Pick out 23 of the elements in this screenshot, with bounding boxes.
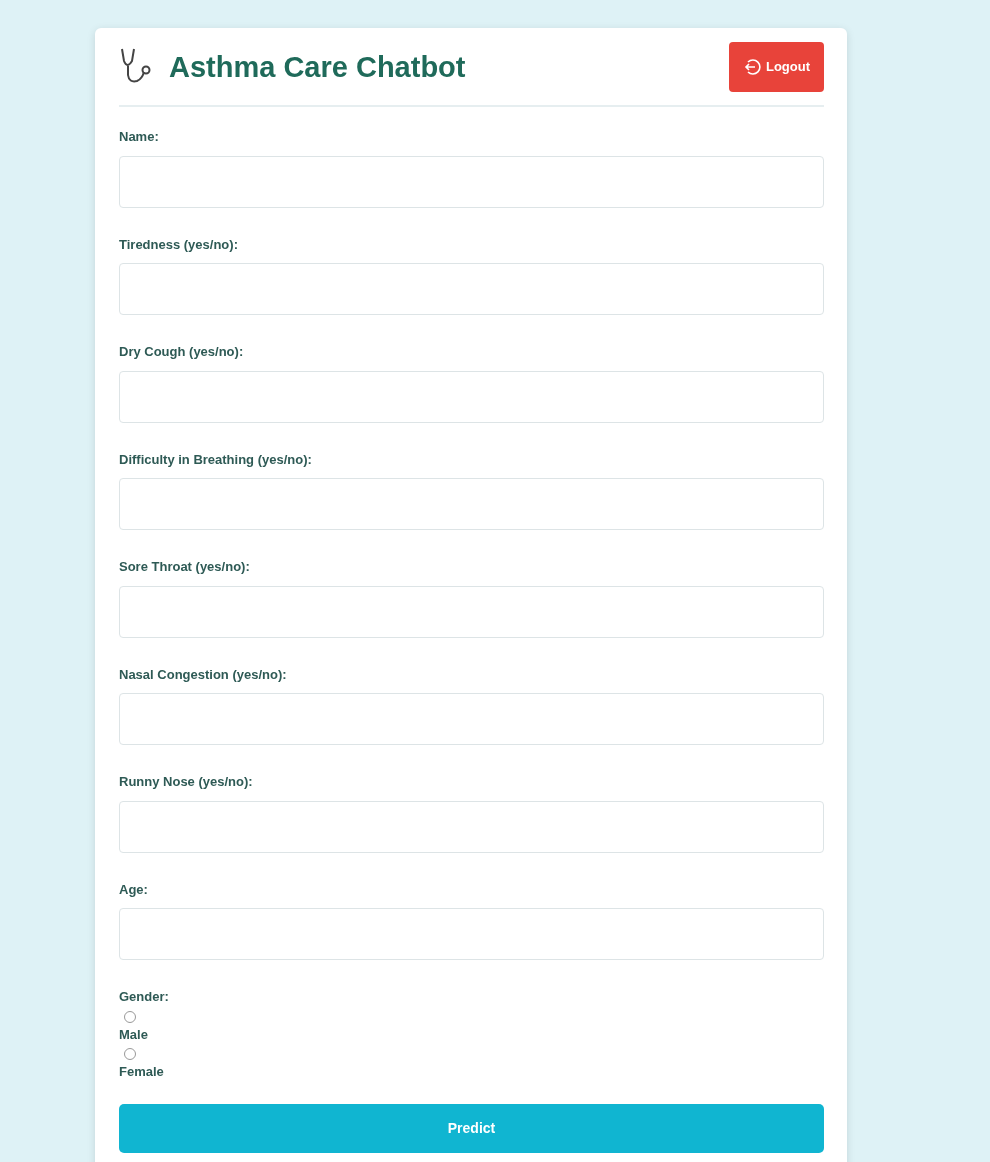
input-field[interactable] [119,370,824,423]
logout-button[interactable]: Logout [728,42,824,92]
field-label: Name: [119,128,160,146]
field-label: Sore Throat (yes/no): [119,558,251,576]
field-label: Gender: [119,988,170,1006]
field-label: Tiredness (yes/no): [119,235,239,254]
field-label: Difficulty in Breathing (yes/no): [119,450,313,469]
input-field[interactable] [119,693,824,745]
input-field[interactable] [119,155,824,208]
field-label: Nasal Congestion (yes/no): [119,665,288,684]
input-field[interactable] [119,908,824,960]
app-title: Asthma Care Chatbot [169,49,466,85]
logout-icon [742,58,761,76]
field-label: Runny Nose (yes/no): [119,773,254,791]
input-field[interactable] [119,585,824,638]
field-label: Age: [119,880,149,899]
radio-label: Male [119,1025,149,1044]
field-label: Dry Cough (yes/no): [119,343,245,361]
input-field[interactable] [119,263,824,315]
input-field[interactable] [119,800,824,853]
predict-button[interactable]: Predict [119,1103,824,1153]
input-field[interactable] [119,478,824,530]
radio-label: Female [119,1063,165,1081]
